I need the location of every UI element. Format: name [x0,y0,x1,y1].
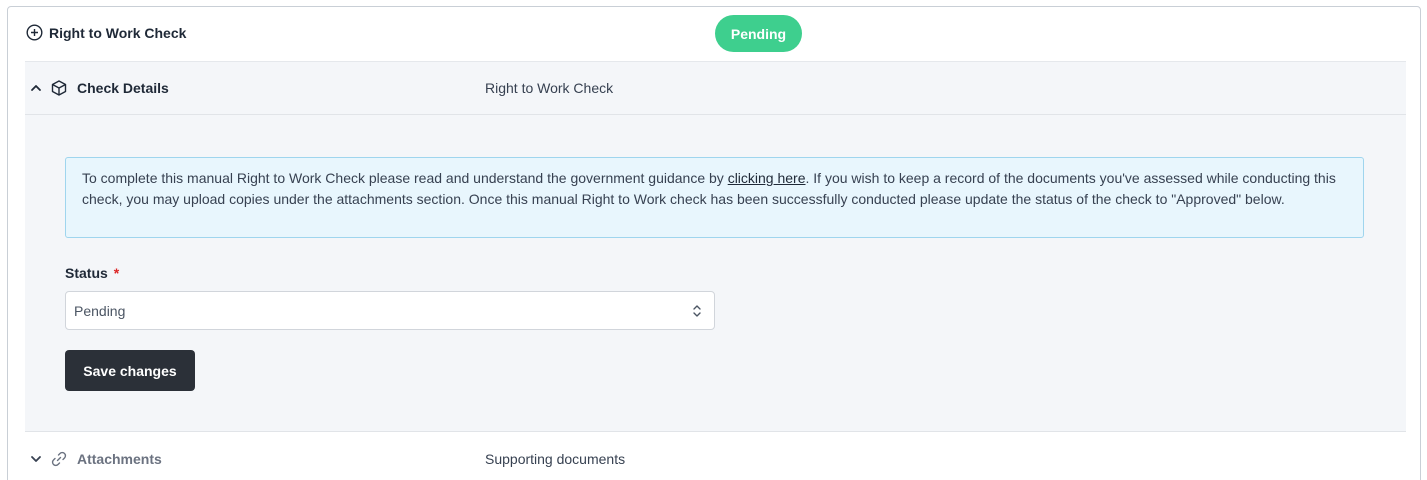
cube-icon [50,79,68,97]
guidance-link[interactable]: clicking here [728,170,806,186]
status-badge: Pending [715,15,802,52]
required-marker: * [113,265,120,281]
check-details-panel: To complete this manual Right to Work Ch… [25,115,1406,431]
save-changes-button[interactable]: Save changes [65,350,195,391]
alert-text-before: To complete this manual Right to Work Ch… [82,170,728,186]
attachments-row[interactable]: Attachments Supporting documents [25,431,1406,480]
status-field-label: Status * [65,265,119,281]
status-label-text: Status [65,265,108,281]
header-title: Right to Work Check [26,24,186,41]
header-title-text: Right to Work Check [49,24,187,41]
plus-circle-icon[interactable] [26,24,43,41]
status-select-value: Pending [74,302,126,319]
check-details-description: Right to Work Check [485,80,614,96]
card-header: Right to Work Check Pending [8,7,1420,61]
attachments-label: Attachments [77,450,162,467]
chevron-up-icon[interactable] [28,80,44,96]
select-arrows-icon [692,303,702,319]
right-to-work-card: Right to Work Check Pending Check Detail… [7,6,1421,480]
chevron-down-icon[interactable] [28,451,44,467]
check-details-label: Check Details [77,80,169,96]
guidance-alert: To complete this manual Right to Work Ch… [65,157,1364,238]
check-details-row[interactable]: Check Details Right to Work Check [25,61,1406,115]
link-icon [50,450,68,468]
status-select[interactable]: Pending [65,291,715,330]
attachments-description: Supporting documents [485,450,626,467]
